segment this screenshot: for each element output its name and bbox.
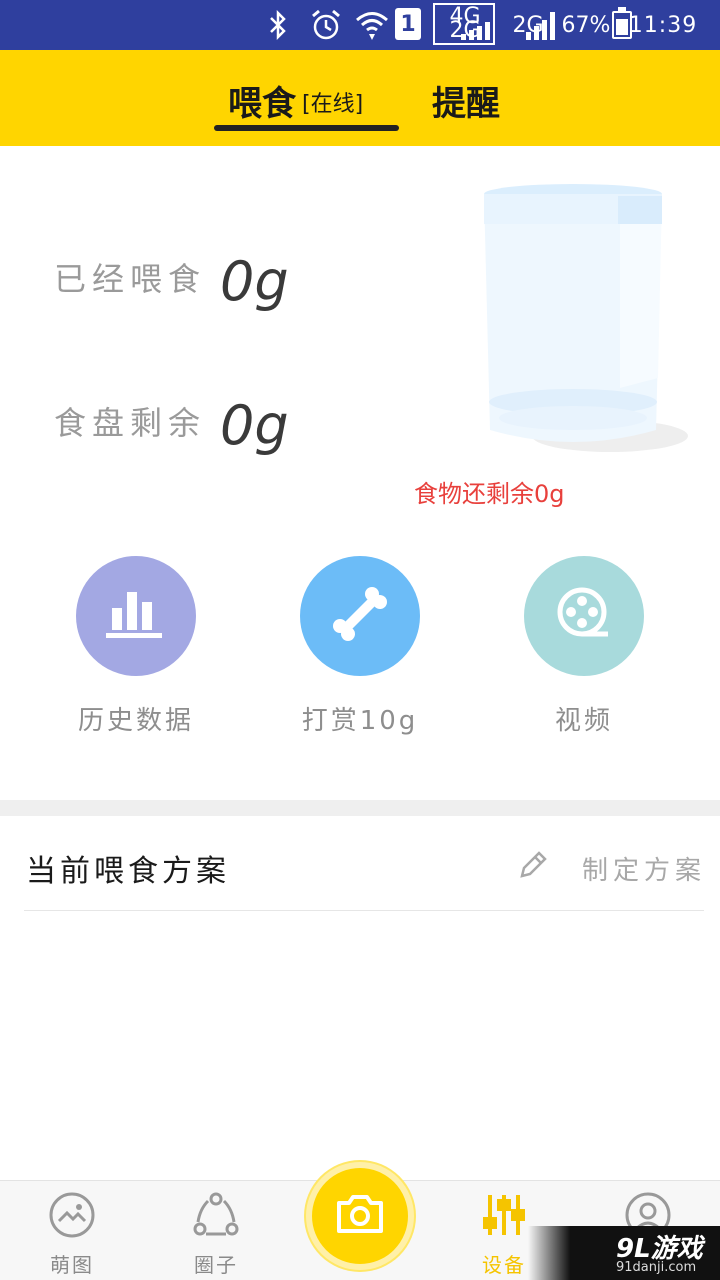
bar-chart-icon bbox=[106, 588, 166, 644]
history-data-button[interactable]: 历史数据 bbox=[24, 556, 248, 736]
site-watermark: 9L游戏 91danji.com bbox=[528, 1226, 720, 1280]
history-data-label: 历史数据 bbox=[77, 706, 194, 736]
food-remaining-text: 食物还剩余0g bbox=[414, 480, 565, 508]
reward-feed-button[interactable]: 打赏10g bbox=[248, 556, 472, 736]
tab-feed[interactable]: 喂食 [在线] bbox=[214, 50, 399, 146]
signal-bars-icon bbox=[461, 22, 490, 40]
camera-icon bbox=[335, 1193, 385, 1239]
section-divider bbox=[0, 800, 720, 816]
nav-label-meng-tu: 萌图 bbox=[50, 1253, 94, 1277]
video-label: 视频 bbox=[554, 706, 613, 736]
reward-feed-label: 打赏10g bbox=[301, 706, 419, 736]
battery-percent: 67% bbox=[561, 12, 611, 38]
sliders-icon bbox=[480, 1191, 528, 1239]
nav-item-quan-zi[interactable]: 圈子 bbox=[171, 1181, 261, 1280]
device-online-status: [在线] bbox=[302, 92, 364, 117]
network-indicator-1: 4G 2G bbox=[433, 3, 495, 45]
current-plan-title: 当前喂食方案 bbox=[26, 854, 230, 889]
food-container-illustration bbox=[470, 178, 700, 468]
pencil-icon[interactable] bbox=[518, 848, 548, 882]
smile-picture-icon bbox=[48, 1191, 96, 1239]
wifi-icon bbox=[352, 0, 392, 50]
reward-circle bbox=[300, 556, 420, 676]
network-indicator-2: 2G bbox=[498, 0, 558, 50]
bowl-remaining-label: 食盘剩余 bbox=[54, 404, 207, 442]
history-circle bbox=[76, 556, 196, 676]
bowl-remaining-value: 0g bbox=[220, 394, 289, 457]
bluetooth-icon bbox=[262, 0, 294, 50]
tab-remind[interactable]: 提醒 bbox=[432, 76, 500, 125]
plan-divider bbox=[24, 910, 704, 911]
video-circle bbox=[524, 556, 644, 676]
bone-icon bbox=[330, 584, 390, 648]
camera-button[interactable] bbox=[306, 1162, 414, 1270]
signal-bars-icon bbox=[526, 12, 555, 40]
nav-item-meng-tu[interactable]: 萌图 bbox=[27, 1181, 117, 1280]
clock: 11:39 bbox=[628, 12, 698, 38]
share-circle-icon bbox=[192, 1191, 240, 1239]
watermark-url: 91danji.com bbox=[616, 1260, 697, 1275]
top-tab-bar: 喂食 [在线] 提醒 bbox=[0, 50, 720, 146]
active-tab-indicator bbox=[214, 125, 399, 131]
sim-slot-badge: 1 bbox=[395, 8, 421, 40]
status-bar: 1 4G 2G 2G 67% 11:39 bbox=[0, 0, 720, 50]
alarm-icon bbox=[306, 0, 346, 50]
tab-feed-label: 喂食 bbox=[228, 84, 296, 124]
video-button[interactable]: 视频 bbox=[472, 556, 696, 736]
fed-amount-label: 已经喂食 bbox=[54, 260, 207, 298]
film-reel-icon bbox=[556, 586, 612, 646]
make-plan-button[interactable]: 制定方案 bbox=[582, 850, 706, 887]
nav-label-quan-zi: 圈子 bbox=[194, 1253, 238, 1277]
fed-amount-value: 0g bbox=[220, 250, 289, 313]
